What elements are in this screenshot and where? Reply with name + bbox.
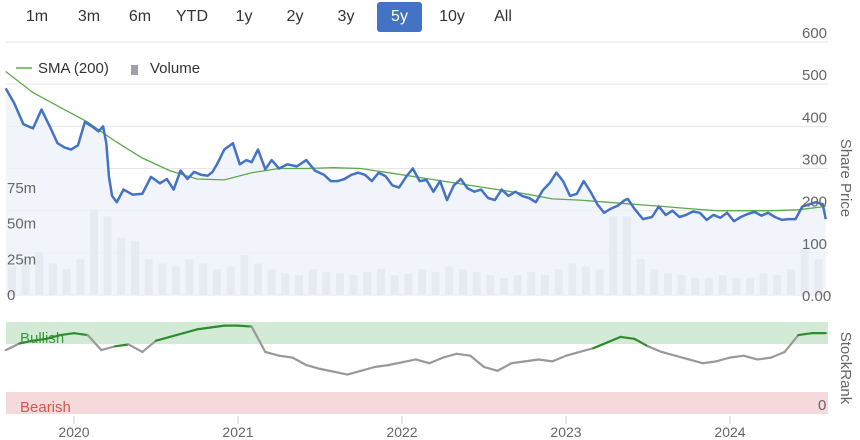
stockrank-segment — [4, 342, 21, 352]
stockrank-segment — [537, 358, 554, 363]
price-tick-label: 600 — [802, 25, 827, 42]
stockrank-segment — [400, 358, 417, 364]
stockrank-segment — [359, 365, 376, 372]
stockrank-segment — [455, 352, 472, 357]
stockrank-segment — [291, 356, 308, 367]
stockrank-axis-tick: 0 — [818, 397, 826, 414]
stockrank-segment — [373, 364, 390, 369]
stockrank-segment — [660, 350, 677, 357]
stockrank-segment — [769, 350, 786, 359]
stockrank-segment — [482, 365, 499, 372]
stockrank-panel: Bullish Bearish 0 StockRank — [4, 322, 854, 416]
stockrank-segment — [113, 343, 130, 348]
stockrank-segment — [127, 343, 144, 354]
stockrank-segment — [414, 358, 431, 365]
stockrank-segment — [496, 362, 513, 372]
price-tick-label: 500 — [802, 67, 827, 84]
volume-tick-label: 25m — [7, 251, 36, 268]
volume-tick-label: 75m — [7, 180, 36, 197]
stockrank-segment — [236, 324, 253, 328]
price-tick-label: 400 — [802, 109, 827, 126]
stockrank-segment — [756, 356, 773, 361]
x-tick-label: 2022 — [386, 424, 417, 440]
stockrank-segment — [687, 358, 704, 365]
stockrank-segment — [674, 354, 691, 361]
price-tick-label: 300 — [802, 152, 827, 169]
stock-chart: 0.00 100 200 300 400 500 600 0 25m 50m 75m Share … — [4, 25, 854, 440]
bearish-band — [6, 392, 828, 414]
stockrank-segment — [428, 356, 445, 365]
legend-sma-label[interactable]: SMA (200) — [38, 60, 109, 77]
stockrank-segment — [742, 354, 759, 361]
stockrank-segment — [100, 345, 117, 352]
stockrank-segment — [318, 367, 335, 373]
volume-tick-label: 0 — [7, 287, 15, 304]
bearish-label: Bearish — [20, 399, 71, 416]
stockrank-segment — [264, 350, 281, 357]
price-axis-title: Share Price — [837, 139, 854, 217]
price-tick-label: 200 — [802, 194, 827, 211]
x-tick-label: 2021 — [222, 424, 253, 440]
stockrank-segment — [510, 360, 527, 365]
stockrank-segment — [441, 352, 458, 359]
x-tick-label: 2024 — [714, 424, 745, 440]
price-tick-label: 100 — [802, 236, 827, 253]
legend-volume-label[interactable]: Volume — [150, 60, 200, 77]
stockrank-segment — [387, 361, 404, 367]
x-tick-label: 2020 — [58, 424, 89, 440]
stockrank-segment — [469, 354, 486, 369]
legend-volume-swatch — [131, 65, 138, 75]
bullish-band — [6, 322, 828, 344]
stockrank-segment — [551, 354, 568, 363]
stockrank-segment — [277, 354, 294, 359]
volume-tick-label: 50m — [7, 216, 36, 233]
x-tick-label: 2023 — [550, 424, 581, 440]
time-axis: 2020 2021 2022 2023 2024 — [58, 416, 746, 440]
stockrank-segment — [564, 350, 581, 357]
stockrank-segment — [728, 354, 745, 359]
stockrank-segment — [346, 369, 363, 376]
stockrank-segment — [305, 364, 322, 370]
stockrank-segment — [701, 360, 718, 365]
price-tick-label: 0.00 — [802, 288, 831, 305]
stockrank-segment — [332, 370, 349, 376]
stockrank-segment — [715, 356, 732, 363]
stockrank-axis-title: StockRank — [837, 332, 854, 405]
stockrank-segment — [578, 347, 595, 354]
legend: SMA (200) Volume — [16, 60, 200, 77]
stockrank-segment — [646, 345, 663, 354]
stockrank-segment — [523, 358, 540, 363]
